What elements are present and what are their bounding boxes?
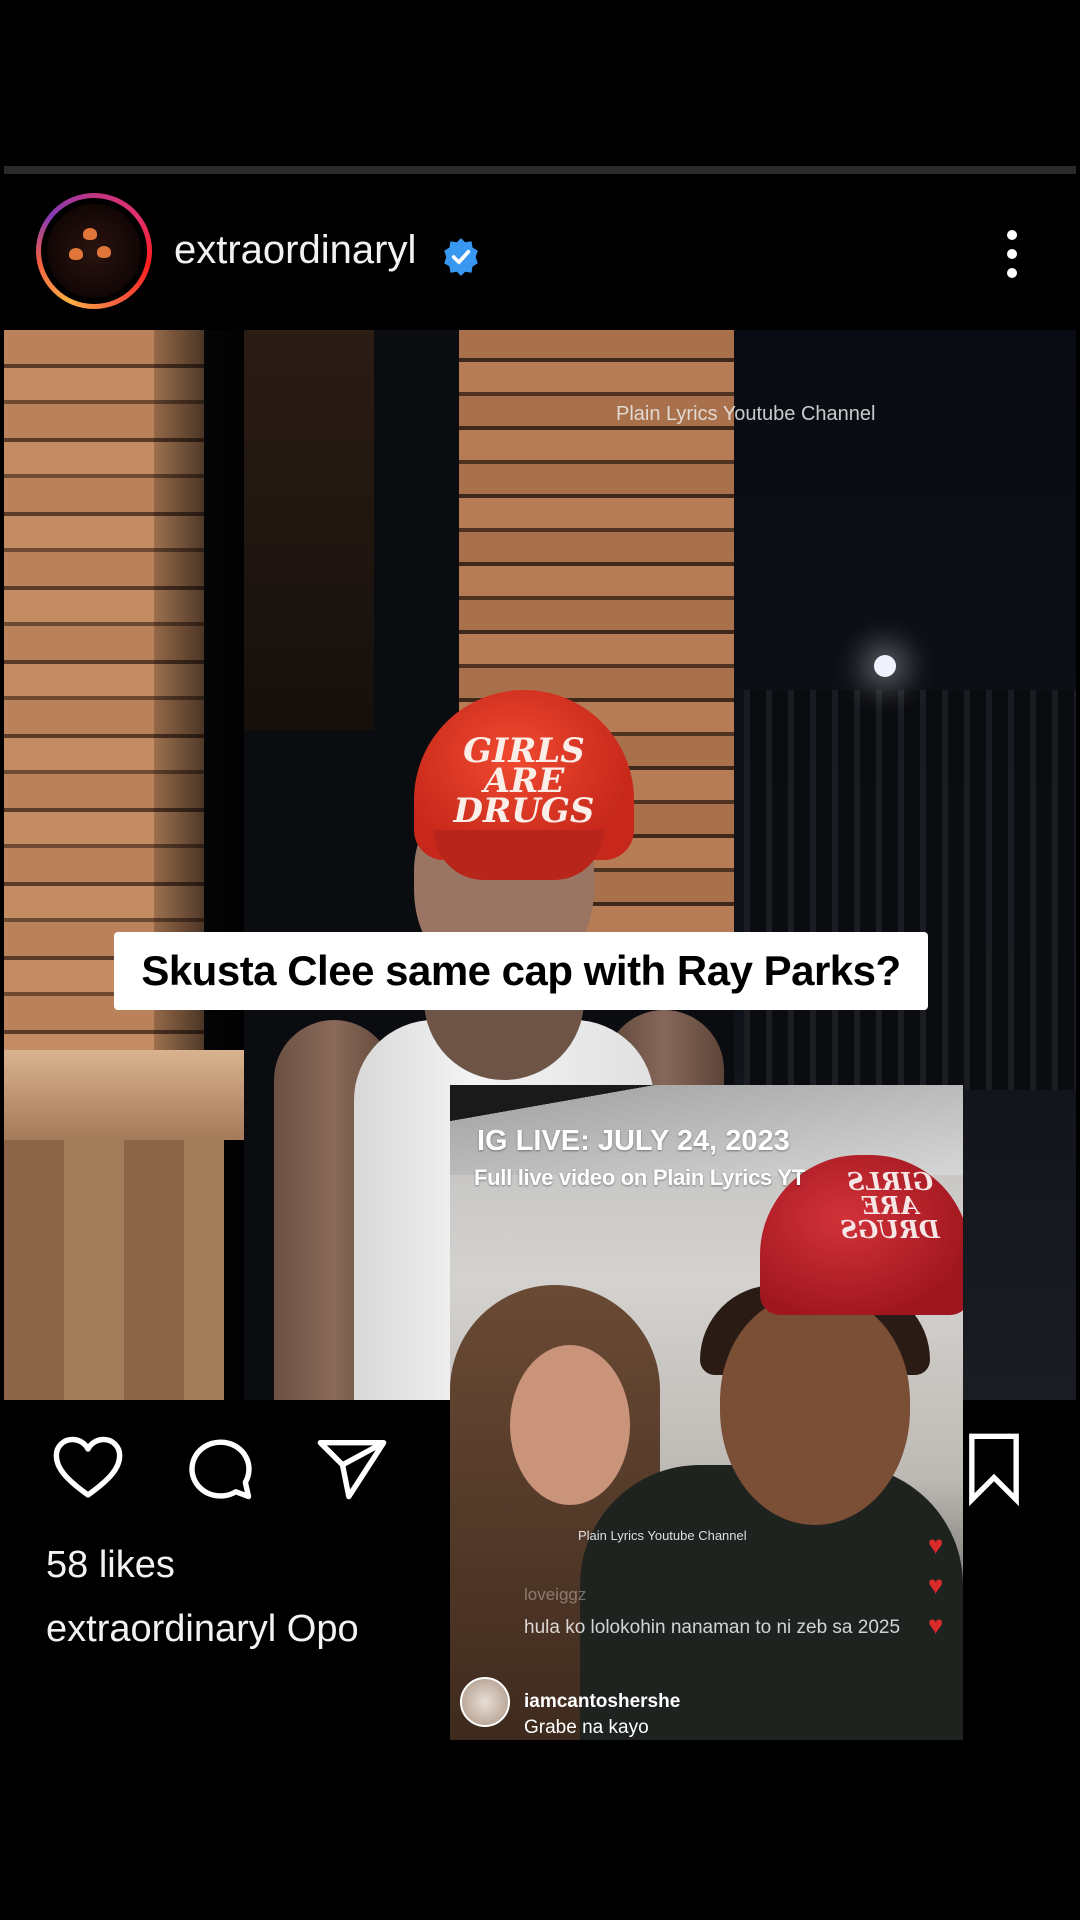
post-header: extraordinaryl	[0, 190, 1080, 320]
avatar[interactable]	[36, 193, 152, 309]
more-vertical-icon[interactable]	[1000, 226, 1024, 282]
comment-text: hula ko lolokohin nanaman to ni zeb sa 2…	[524, 1617, 901, 1638]
send-icon[interactable]	[314, 1430, 390, 1506]
comment-text: Grabe na kayo	[524, 1717, 649, 1738]
cap-text: GIRLS ARE DRUGS	[453, 731, 595, 831]
cap-text: GIRLS ARE DRUGS	[840, 1167, 940, 1244]
likes-count[interactable]: 58 likes	[46, 1544, 175, 1587]
image-watermark: Plain Lyrics Youtube Channel	[616, 403, 876, 425]
live-subtitle: Full live video on Plain Lyrics YT	[474, 1165, 805, 1190]
live-title: IG LIVE: JULY 24, 2023	[477, 1125, 790, 1157]
live-watermark: Plain Lyrics Youtube Channel	[578, 1528, 747, 1543]
reaction-hearts: ♥ ♥ ♥	[928, 1525, 958, 1645]
caption-username[interactable]: extraordinaryl	[46, 1608, 276, 1650]
comment-username: iamcantoshershe	[524, 1691, 681, 1712]
street-lamp	[874, 655, 896, 677]
heart-icon: ♥	[928, 1530, 944, 1560]
heart-icon[interactable]	[50, 1430, 126, 1506]
overlay-caption: Skusta Clee same cap with Ray Parks?	[141, 947, 901, 994]
comment-username: loveiggz	[524, 1585, 587, 1604]
verified-badge-icon	[444, 238, 478, 276]
heart-icon: ♥	[928, 1570, 944, 1600]
heart-icon: ♥	[928, 1610, 944, 1640]
comment-icon[interactable]	[182, 1430, 258, 1506]
caption-text: Opo	[286, 1608, 359, 1650]
post-caption: extraordinaryl Opo	[46, 1608, 359, 1651]
bookmark-icon[interactable]	[956, 1430, 1032, 1506]
live-clip-overlay[interactable]: GIRLS ARE DRUGS IG LIVE: JULY 24, 2023 F…	[450, 1085, 963, 1740]
top-divider	[4, 166, 1076, 174]
avatar-image	[47, 204, 141, 298]
commenter-avatar	[460, 1677, 510, 1727]
post-username[interactable]: extraordinaryl	[174, 228, 416, 273]
